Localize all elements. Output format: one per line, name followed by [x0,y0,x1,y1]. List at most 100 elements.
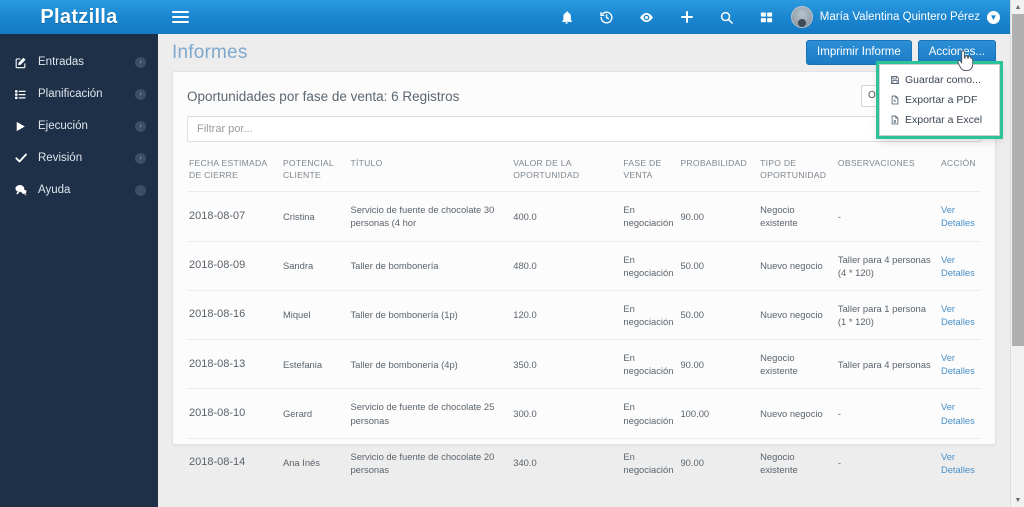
table-row: 2018-08-09 Sandra Taller de bombonería 480.… [187,241,981,291]
ver-detalles-link[interactable]: Ver Detalles [941,254,975,278]
edit-square-icon [14,56,38,69]
cell-fase: En negociación [621,191,679,242]
cell-cliente: Cristina [280,191,349,242]
ver-detalles-link[interactable]: Ver Detalles [941,451,975,475]
ver-detalles-link[interactable]: Ver Detalles [941,352,975,376]
cell-tipo: Nuevo negocio [758,388,836,439]
filter-input[interactable] [187,116,981,142]
col-fase-venta[interactable]: FASE DE VENTA [621,152,679,193]
excel-file-icon [890,115,905,125]
cell-probabilidad: 50.00 [678,290,759,341]
cell-valor: 340.0 [511,438,622,489]
page-title: Informes [172,41,248,63]
play-icon [14,120,38,133]
opportunities-table: FECHA ESTIMADA DE CIERRE POTENCIAL CLIEN… [187,152,981,489]
eye-icon[interactable] [627,0,667,34]
scrollbar-thumb[interactable] [1012,14,1024,346]
history-icon[interactable] [587,0,627,34]
bell-icon[interactable] [547,0,587,34]
header-actions: Imprimir Informe Acciones... Guardar com… [806,40,1003,139]
sidebar-item-revision[interactable]: Revisión › [0,142,158,174]
ver-detalles-link[interactable]: Ver Detalles [941,401,975,425]
main-content: Informes Imprimir Informe Acciones... Gu… [158,34,1010,507]
cell-probabilidad: 50.00 [678,241,759,291]
cell-titulo: Taller de bombonería [348,241,512,291]
sidebar-item-label: Planificación [38,88,103,100]
col-fecha-estimada-cierre[interactable]: FECHA ESTIMADA DE CIERRE [187,152,281,193]
print-report-button[interactable]: Imprimir Informe [806,40,912,65]
cell-fase: En negociación [621,339,679,390]
table-row: 2018-08-14 Ana Inés Servicio de fuente de … [187,438,981,489]
sidebar-item-label: Ayuda [38,184,71,196]
cell-tipo: Negocio existente [758,438,836,489]
hamburger-menu-icon[interactable] [158,0,202,34]
col-titulo[interactable]: TÍTULO [348,152,512,193]
chevron-right-icon: › [135,56,146,68]
cell-accion: Ver Detalles [938,290,981,341]
cell-titulo: Servicio de fuente de chocolate 25 perso… [348,388,512,439]
col-tipo-oportunidad[interactable]: TIPO DE OPORTUNIDAD [758,152,836,193]
col-observaciones[interactable]: OBSERVACIONES [835,152,939,193]
cell-tipo: Nuevo negocio [758,241,836,291]
cell-accion: Ver Detalles [938,241,981,291]
sidebar-item-entradas[interactable]: Entradas › [0,46,158,78]
grid-icon[interactable] [747,0,787,34]
cell-observaciones: - [835,388,939,439]
col-potencial-cliente[interactable]: POTENCIAL CLIENTE [280,152,349,193]
cell-titulo: Servicio de fuente de chocolate 20 perso… [348,438,512,489]
cell-accion: Ver Detalles [938,191,981,242]
cell-observaciones: - [835,438,939,489]
cell-fecha: 2018-08-09 [187,241,281,291]
ver-detalles-link[interactable]: Ver Detalles [941,303,975,327]
cell-tipo: Negocio existente [758,339,836,390]
menu-item-exportar-excel[interactable]: Exportar a Excel [880,110,999,130]
menu-item-guardar-como[interactable]: Guardar como... [880,70,999,90]
actions-dropdown-menu: Guardar como... Exportar a PDF Exportar … [876,61,1003,139]
menu-item-label: Exportar a Excel [905,114,983,126]
cell-probabilidad: 90.00 [678,191,759,242]
cell-fecha: 2018-08-14 [187,438,281,489]
topbar-actions: María Valentina Quintero Pérez ▼ [547,0,1010,34]
col-valor-oportunidad[interactable]: VALOR DE LA OPORTUNIDAD [511,152,622,193]
cell-titulo: Servicio de fuente de chocolate 30 perso… [348,191,512,242]
chevron-right-icon: › [135,88,146,100]
check-icon [14,151,38,165]
application-window: Platzilla María Valentina Quintero Pérez… [0,0,1024,507]
brand-logo[interactable]: Platzilla [0,0,158,34]
username-label[interactable]: María Valentina Quintero Pérez [820,11,980,23]
sidebar-item-ayuda[interactable]: Ayuda [0,174,158,206]
cell-tipo: Negocio existente [758,191,836,242]
actions-button[interactable]: Acciones... [917,40,996,65]
cell-accion: Ver Detalles [938,438,981,489]
cell-valor: 120.0 [511,290,622,341]
col-probabilidad[interactable]: PROBABILIDAD [678,152,759,193]
cell-valor: 480.0 [511,241,622,291]
sidebar-item-planificacion[interactable]: Planificación › [0,78,158,110]
list-icon [14,88,38,101]
avatar[interactable] [790,6,813,28]
cell-cliente: Gerard [280,388,349,439]
vertical-scrollbar[interactable]: ▲ ▼ [1010,0,1024,507]
chevron-down-icon[interactable]: ▼ [987,10,1000,24]
col-accion[interactable]: ACCIÓN [938,152,981,193]
cell-fecha: 2018-08-07 [187,191,281,242]
sidebar-item-label: Ejecución [38,120,88,132]
search-icon[interactable] [707,0,747,34]
cell-fase: En negociación [621,438,679,489]
scroll-down-arrow-icon[interactable]: ▼ [1011,493,1024,507]
chevron-right-icon [135,184,146,196]
cell-probabilidad: 90.00 [678,339,759,390]
menu-item-exportar-pdf[interactable]: Exportar a PDF [880,90,999,110]
cell-fecha: 2018-08-16 [187,290,281,341]
plus-icon[interactable] [667,0,707,34]
cell-valor: 350.0 [511,339,622,390]
scroll-up-arrow-icon[interactable]: ▲ [1011,0,1024,14]
table-head: FECHA ESTIMADA DE CIERRE POTENCIAL CLIEN… [187,152,981,193]
ver-detalles-link[interactable]: Ver Detalles [941,204,975,228]
sidebar-item-ejecucion[interactable]: Ejecución › [0,110,158,142]
cell-observaciones: Taller para 4 personas (4 * 120) [835,241,939,291]
table-row: 2018-08-10 Gerard Servicio de fuente de ch… [187,388,981,439]
table-row: 2018-08-07 Cristina Servicio de fuente de … [187,191,981,242]
top-navigation-bar: Platzilla María Valentina Quintero Pérez… [0,0,1010,34]
